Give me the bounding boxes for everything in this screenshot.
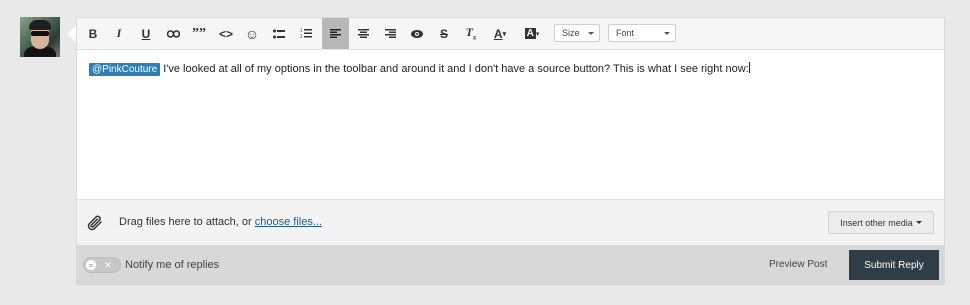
insert-media-button[interactable]: Insert other media	[828, 211, 934, 234]
font-select[interactable]: Font	[608, 24, 676, 42]
avatar-sunglasses	[31, 31, 49, 36]
editor-toolbar: B I U ”” <> ☺ 12 S Tx A ▾ A ▾ Size Font	[77, 18, 944, 50]
size-select-label: Size	[562, 28, 580, 38]
reply-editor: B I U ”” <> ☺ 12 S Tx A ▾ A ▾ Size Font …	[76, 17, 945, 246]
size-select[interactable]: Size	[554, 24, 600, 42]
clear-formatting-icon: Tx	[465, 25, 477, 42]
underline-button[interactable]: U	[134, 21, 158, 46]
numbered-list-icon: 12	[300, 28, 312, 39]
clear-formatting-button[interactable]: Tx	[459, 21, 483, 46]
bold-button[interactable]: B	[81, 21, 105, 46]
align-left-icon	[330, 29, 341, 38]
insert-media-label: Insert other media	[840, 217, 913, 228]
message-body[interactable]: @PinkCouture I've looked at all of my opt…	[89, 62, 934, 77]
emoji-button[interactable]: ☺	[240, 21, 264, 46]
align-right-button[interactable]	[378, 21, 402, 46]
text-color-button[interactable]: A ▾	[488, 21, 512, 46]
notify-toggle[interactable]: ✕	[83, 257, 121, 273]
reply-footer: ✕ Notify me of replies Preview Post Subm…	[76, 245, 945, 285]
background-color-button[interactable]: A ▾	[520, 21, 544, 46]
smiley-icon: ☺	[244, 25, 260, 42]
bulleted-list-button[interactable]	[267, 21, 291, 46]
attachment-bar: Drag files here to attach, or choose fil…	[77, 199, 944, 246]
bulleted-list-icon	[273, 29, 285, 38]
drag-files-text: Drag files here to attach, or choose fil…	[119, 216, 322, 228]
clear-formatting-glyph: T	[465, 25, 473, 40]
avatar[interactable]	[20, 17, 60, 57]
svg-text:1: 1	[300, 28, 303, 33]
text-color-icon: A	[493, 26, 503, 41]
paperclip-icon	[87, 215, 102, 231]
preview-button[interactable]	[405, 21, 429, 46]
editor-pointer	[67, 26, 76, 42]
avatar-hair	[29, 20, 51, 30]
code-icon: <>	[218, 26, 233, 41]
message-text: I've looked at all of my options in the …	[163, 63, 749, 75]
code-button[interactable]: <>	[214, 21, 238, 46]
strikethrough-icon: S	[439, 26, 448, 41]
align-center-button[interactable]	[351, 21, 375, 46]
align-right-icon	[384, 29, 396, 38]
font-select-label: Font	[616, 28, 635, 38]
strikethrough-button[interactable]: S	[432, 21, 456, 46]
quote-button[interactable]: ””	[187, 21, 211, 46]
close-icon: ✕	[104, 260, 112, 270]
caret-down-icon	[915, 221, 922, 224]
mention-tag[interactable]: @PinkCouture	[89, 63, 161, 76]
background-color-icon: A	[524, 28, 536, 39]
drag-files-label: Drag files here to attach, or	[119, 216, 255, 228]
text-cursor	[748, 62, 750, 73]
eye-icon	[411, 29, 423, 38]
quote-icon: ””	[192, 25, 206, 41]
choose-files-link[interactable]: choose files...	[255, 216, 322, 228]
italic-button[interactable]: I	[107, 21, 131, 46]
notify-label: Notify me of replies	[125, 259, 220, 271]
align-center-icon	[357, 29, 369, 38]
link-icon	[166, 29, 180, 38]
numbered-list-button[interactable]: 12	[294, 21, 318, 46]
svg-text:2: 2	[300, 34, 303, 39]
preview-post-button[interactable]: Preview Post	[769, 259, 827, 270]
align-left-button[interactable]	[322, 18, 349, 49]
chevron-down-icon	[664, 32, 670, 35]
submit-reply-button[interactable]: Submit Reply	[849, 250, 939, 280]
toggle-knob	[85, 259, 97, 271]
chevron-down-icon	[588, 32, 594, 35]
link-button[interactable]	[161, 21, 185, 46]
